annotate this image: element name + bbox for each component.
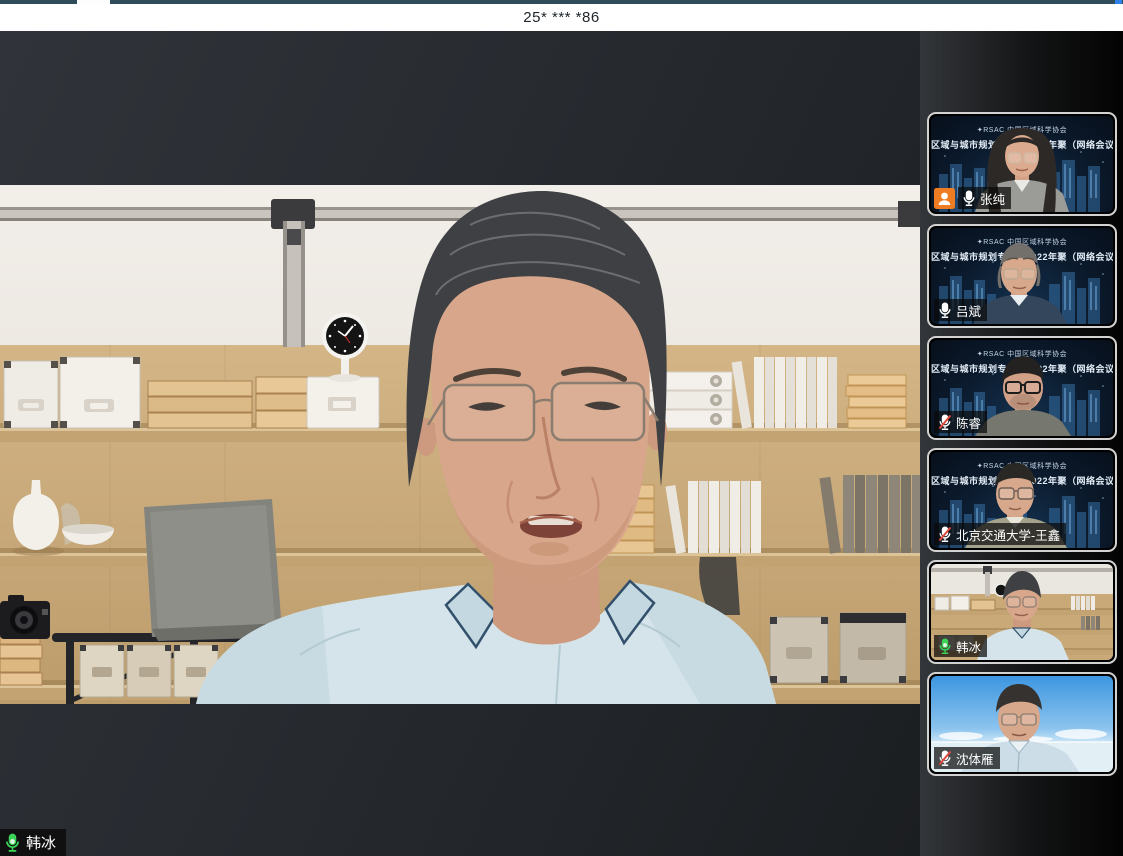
participant-name-label: 张纯 xyxy=(958,187,1011,209)
presenter-badge-icon xyxy=(934,188,955,209)
top-strip-notch xyxy=(77,0,110,4)
active-speaker-name: 韩冰 xyxy=(26,832,56,853)
meeting-title-bar[interactable]: 25* *** *86 xyxy=(0,4,1123,31)
participant-name: 吕斌 xyxy=(956,301,981,320)
participant-tile-lvbin[interactable]: ✦RSAC 中国区域科学协会 区域与城市规划专委会2022年聚（网络会议） xyxy=(927,224,1117,328)
mic-muted-icon xyxy=(938,414,952,431)
participant-name: 沈体雁 xyxy=(956,749,994,768)
participants-sidebar: ✦RSAC 中国区域科学协会 区域与城市规划专委会2022年聚（网络会议） xyxy=(920,31,1123,856)
mic-on-icon xyxy=(962,190,976,207)
participant-name-label: 韩冰 xyxy=(934,635,987,657)
mic-on-icon xyxy=(938,302,952,319)
participant-tile-zhangchun[interactable]: ✦RSAC 中国区域科学协会 区域与城市规划专委会2022年聚（网络会议） xyxy=(927,112,1117,216)
participant-name-label: 吕斌 xyxy=(934,299,987,321)
participant-name: 陈睿 xyxy=(956,413,981,432)
participant-name-label: 沈体雁 xyxy=(934,747,1000,769)
participant-tile-wangxin[interactable]: ✦RSAC 中国区域科学协会 区域与城市规划专委会2022年聚（网络会议） xyxy=(927,448,1117,552)
participant-tile-shentiyan[interactable]: 沈体雁 xyxy=(927,672,1117,776)
participant-name: 北京交通大学-王鑫 xyxy=(956,525,1060,544)
participant-tile-chenrui[interactable]: ✦RSAC 中国区域科学协会 区域与城市规划专委会2022年聚（网络会议） xyxy=(927,336,1117,440)
mic-muted-icon xyxy=(938,526,952,543)
top-strip-blue-fragment xyxy=(1115,0,1122,4)
participant-name-label: 北京交通大学-王鑫 xyxy=(934,523,1066,545)
window-top-strip xyxy=(0,0,1123,4)
participant-name: 韩冰 xyxy=(956,637,981,656)
mic-muted-icon xyxy=(938,750,952,767)
mic-on-icon xyxy=(4,833,21,853)
main-video[interactable] xyxy=(0,185,920,704)
meeting-id: 25* *** *86 xyxy=(523,9,599,26)
meeting-window: 25* *** *86 xyxy=(0,0,1123,856)
main-stage: 韩冰 xyxy=(0,31,920,856)
participant-name-label: 陈睿 xyxy=(934,411,987,433)
main-video-feed xyxy=(0,185,920,704)
active-speaker-label: 韩冰 xyxy=(0,829,66,856)
mic-speaking-icon xyxy=(938,638,952,655)
participant-name: 张纯 xyxy=(980,189,1005,208)
participant-tile-hanbing[interactable]: 韩冰 xyxy=(927,560,1117,664)
